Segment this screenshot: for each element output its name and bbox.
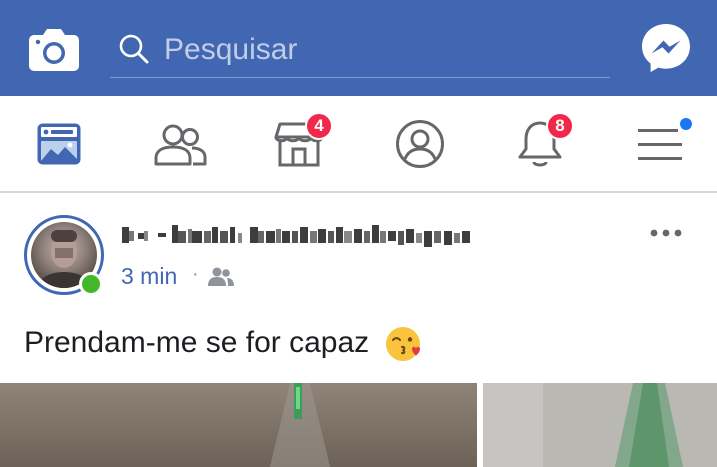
- search-icon: [119, 34, 149, 64]
- friends-audience-icon: [208, 267, 234, 286]
- messenger-icon: [642, 24, 690, 72]
- post-text-content: Prendam-me se for capaz: [24, 325, 370, 359]
- tab-marketplace[interactable]: 4: [269, 112, 333, 172]
- more-options-icon: [650, 229, 682, 237]
- post-photo-2[interactable]: [483, 383, 717, 467]
- friends-icon: [154, 124, 207, 166]
- online-status-dot: [79, 272, 103, 296]
- tab-menu[interactable]: [630, 116, 694, 172]
- top-bar: [0, 0, 717, 96]
- post-photo-1[interactable]: [0, 383, 477, 467]
- post-options-button[interactable]: [648, 223, 688, 243]
- post-timestamp[interactable]: 3 min: [121, 263, 177, 290]
- meta-separator: ·: [192, 263, 199, 285]
- camera-icon: [29, 29, 79, 71]
- profile-icon: [396, 120, 444, 168]
- search-bar[interactable]: [110, 24, 610, 78]
- photo-2-image: [483, 383, 717, 467]
- author-name-pixelated: [122, 225, 470, 247]
- menu-icon: [638, 129, 682, 160]
- photo-1-image: [0, 383, 477, 467]
- feed-post: 3 min · Prendam-me se for capaz: [0, 195, 717, 467]
- tab-friends[interactable]: [150, 116, 210, 172]
- camera-button[interactable]: [28, 26, 80, 72]
- kissing-face-emoji: [385, 327, 420, 361]
- messenger-button[interactable]: [640, 22, 692, 74]
- author-name[interactable]: [120, 219, 480, 249]
- navigation-bar: 4 8: [0, 96, 717, 193]
- post-text: Prendam-me se for capaz: [24, 325, 422, 363]
- menu-notification-dot: [678, 116, 694, 132]
- tab-notifications[interactable]: 8: [510, 112, 574, 172]
- tab-news-feed[interactable]: [29, 116, 89, 172]
- tab-profile[interactable]: [390, 116, 450, 172]
- search-input[interactable]: [164, 30, 594, 70]
- news-feed-icon: [37, 123, 81, 165]
- notifications-badge: 8: [546, 112, 574, 140]
- marketplace-badge: 4: [305, 112, 333, 140]
